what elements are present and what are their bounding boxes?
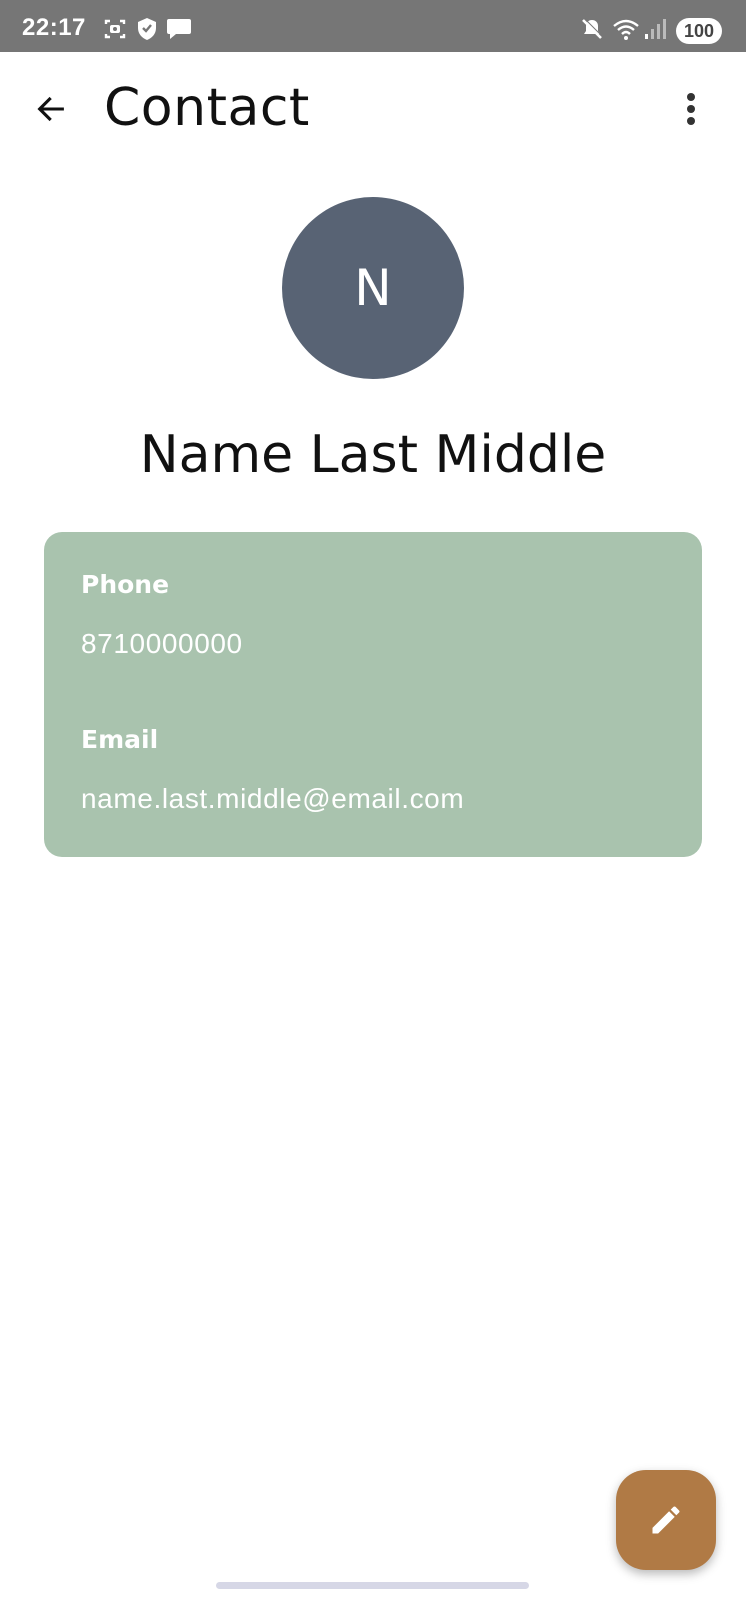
avatar-initial: N (354, 259, 392, 317)
phone-label: Phone (81, 570, 170, 599)
shield-icon (136, 17, 158, 46)
contact-details-card: Phone 8710000000 Email name.last.middle@… (44, 532, 702, 857)
message-icon (166, 17, 192, 46)
wifi-icon (612, 17, 640, 46)
more-options-button[interactable] (676, 88, 706, 130)
back-button[interactable] (30, 88, 72, 130)
app-bar: Contact (0, 52, 746, 168)
email-label: Email (81, 725, 159, 754)
phone-value[interactable]: 8710000000 (81, 628, 243, 660)
page-title: Contact (104, 78, 310, 138)
email-value[interactable]: name.last.middle@email.com (81, 783, 464, 815)
arrow-back-icon (37, 96, 64, 122)
signal-icon (644, 17, 668, 46)
more-vert-icon (687, 93, 695, 125)
status-bar: 22:17 100 (0, 0, 746, 52)
battery-icon: 100 (676, 18, 722, 44)
mute-icon (580, 17, 604, 46)
edit-contact-button[interactable] (616, 1470, 716, 1570)
avatar: N (282, 197, 464, 379)
status-time: 22:17 (22, 14, 86, 41)
edit-pencil-icon (652, 1506, 680, 1534)
navigation-handle[interactable] (216, 1582, 529, 1589)
screenshot-icon (103, 17, 127, 46)
contact-name: Name Last Middle (139, 425, 607, 485)
